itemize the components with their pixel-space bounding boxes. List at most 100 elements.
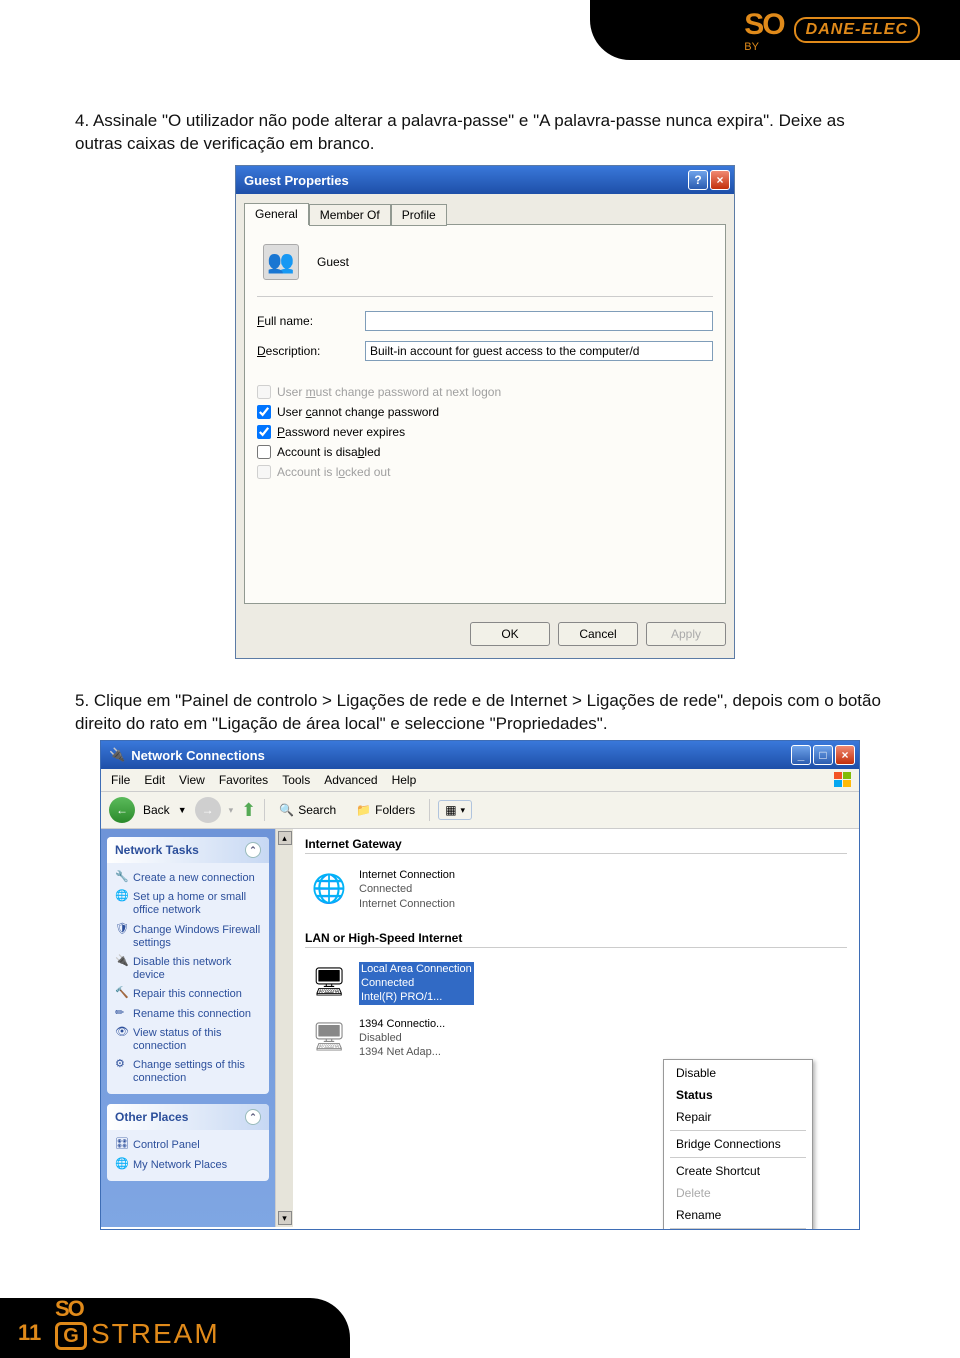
task-setup-home-network[interactable]: 🌐Set up a home or small office network <box>115 888 261 920</box>
cancel-button[interactable]: Cancel <box>558 622 638 646</box>
checkbox-disabled-input[interactable] <box>257 445 271 459</box>
firewall-icon: 🛡 <box>115 923 129 937</box>
ctx-bridge[interactable]: Bridge Connections <box>666 1133 810 1155</box>
folders-label: Folders <box>375 803 415 817</box>
checkbox-cannot-change-input[interactable] <box>257 405 271 419</box>
ctx-create-shortcut[interactable]: Create Shortcut <box>666 1160 810 1182</box>
page-number: 11 <box>18 1320 41 1346</box>
windows-logo-icon <box>833 771 853 789</box>
sidebar-scrollbar[interactable]: ▴ ▾ <box>275 829 293 1227</box>
task-create-connection[interactable]: 🔧Create a new connection <box>115 869 261 888</box>
search-icon: 🔍 <box>279 803 294 817</box>
main-content: Internet Gateway 🌐 Internet Connection C… <box>293 829 859 1227</box>
task-change-settings[interactable]: ⚙Change settings of this connection <box>115 1056 261 1088</box>
menu-file[interactable]: File <box>111 773 130 787</box>
tab-strip: General Member Of Profile <box>244 202 726 224</box>
toolbar: ← Back ▼ → ▾ ⬆ 🔍 Search 📁 Folders ▦ ▾ <box>101 792 859 829</box>
ok-button[interactable]: OK <box>470 622 550 646</box>
network-tasks-header[interactable]: Network Tasks ⌃ <box>107 837 269 863</box>
menu-view[interactable]: View <box>179 773 205 787</box>
conn-device: Intel(R) PRO/1... <box>359 990 474 1004</box>
collapse-icon[interactable]: ⌃ <box>245 1109 261 1125</box>
connection-1394[interactable]: 🖥 1394 Connectio... Disabled 1394 Net Ad… <box>305 1011 535 1066</box>
apply-button: Apply <box>646 622 726 646</box>
ctx-status[interactable]: Status <box>666 1084 810 1106</box>
rename-icon: ✏ <box>115 1007 129 1021</box>
control-panel-icon: 🎛 <box>115 1138 129 1152</box>
menu-help[interactable]: Help <box>392 773 417 787</box>
link-network-places[interactable]: 🌐My Network Places <box>115 1156 261 1175</box>
dialog-title: Guest Properties <box>244 173 349 188</box>
conn-device: 1394 Net Adap... <box>359 1045 445 1059</box>
tab-profile[interactable]: Profile <box>391 204 447 226</box>
views-button[interactable]: ▦ ▾ <box>438 800 472 820</box>
close-button[interactable]: × <box>710 170 730 190</box>
close-button[interactable]: × <box>835 745 855 765</box>
dialog-titlebar[interactable]: Guest Properties ? × <box>236 166 734 194</box>
section-internet-gateway: Internet Gateway <box>305 837 847 854</box>
menu-advanced[interactable]: Advanced <box>324 773 377 787</box>
menu-edit[interactable]: Edit <box>144 773 165 787</box>
lan-icon: 🖥 <box>309 962 349 1002</box>
tab-member-of[interactable]: Member Of <box>309 204 391 226</box>
section-lan: LAN or High-Speed Internet <box>305 931 847 948</box>
conn-name: 1394 Connectio... <box>359 1017 445 1031</box>
menu-favorites[interactable]: Favorites <box>219 773 268 787</box>
conn-device: Internet Connection <box>359 897 455 911</box>
full-name-field[interactable] <box>365 311 713 331</box>
task-view-status[interactable]: 👁View status of this connection <box>115 1024 261 1056</box>
instruction-step-4: 4. Assinale "O utilizador não pode alter… <box>75 110 895 156</box>
network-connections-window: 🔌 Network Connections _ □ × File Edit Vi… <box>100 740 860 1230</box>
back-button-icon[interactable]: ← <box>109 797 135 823</box>
maximize-button[interactable]: □ <box>813 745 833 765</box>
ctx-repair[interactable]: Repair <box>666 1106 810 1128</box>
other-places-header[interactable]: Other Places ⌃ <box>107 1104 269 1130</box>
conn-status: Connected <box>359 882 455 896</box>
folders-button[interactable]: 📁 Folders <box>350 801 421 819</box>
up-button-icon[interactable]: ⬆ <box>241 800 256 821</box>
collapse-icon[interactable]: ⌃ <box>245 842 261 858</box>
header-by-text: BY <box>744 41 783 53</box>
guest-properties-dialog: Guest Properties ? × General Member Of P… <box>235 165 735 659</box>
task-rename-connection[interactable]: ✏Rename this connection <box>115 1005 261 1024</box>
link-control-panel[interactable]: 🎛Control Panel <box>115 1136 261 1155</box>
task-change-firewall[interactable]: 🛡Change Windows Firewall settings <box>115 921 261 953</box>
connection-local-area[interactable]: 🖥 Local Area Connection Connected Intel(… <box>305 956 535 1011</box>
ctx-rename[interactable]: Rename <box>666 1204 810 1226</box>
footer-stream-text: STREAM <box>91 1318 220 1350</box>
menu-tools[interactable]: Tools <box>282 773 310 787</box>
checkbox-password-never-expires[interactable]: Password never expires <box>257 425 713 439</box>
nc-titlebar[interactable]: 🔌 Network Connections _ □ × <box>101 741 859 769</box>
menu-bar: File Edit View Favorites Tools Advanced … <box>101 769 859 792</box>
scroll-down-icon[interactable]: ▾ <box>278 1211 292 1225</box>
description-field[interactable] <box>365 341 713 361</box>
repair-icon: 🔨 <box>115 987 129 1001</box>
tab-general[interactable]: General <box>244 203 309 225</box>
conn-status: Disabled <box>359 1031 445 1045</box>
back-dropdown-icon[interactable]: ▼ <box>178 805 187 815</box>
task-repair-connection[interactable]: 🔨Repair this connection <box>115 985 261 1004</box>
full-name-label: Full name: <box>257 314 357 328</box>
toolbar-separator <box>429 799 430 821</box>
task-disable-device[interactable]: 🔌Disable this network device <box>115 953 261 985</box>
ctx-disable[interactable]: Disable <box>666 1062 810 1084</box>
search-label: Search <box>298 803 336 817</box>
help-button[interactable]: ? <box>688 170 708 190</box>
checkbox-never-expires-input[interactable] <box>257 425 271 439</box>
minimize-button[interactable]: _ <box>791 745 811 765</box>
header-so-logo: SO <box>744 14 783 35</box>
scroll-up-icon[interactable]: ▴ <box>278 831 292 845</box>
connection-internet-gateway[interactable]: 🌐 Internet Connection Connected Internet… <box>305 862 535 917</box>
dialog-footer: OK Cancel Apply <box>236 612 734 658</box>
checkbox-cannot-change-password[interactable]: User cannot change password <box>257 405 713 419</box>
settings-icon: ⚙ <box>115 1058 129 1072</box>
instruction-step-5: 5. Clique em "Painel de controlo > Ligaç… <box>75 690 895 736</box>
wizard-icon: 🔧 <box>115 871 129 885</box>
globe-icon: 🌐 <box>309 868 349 908</box>
checkbox-account-disabled[interactable]: Account is disabled <box>257 445 713 459</box>
search-button[interactable]: 🔍 Search <box>273 801 342 819</box>
header-dane-elec-logo: DANE-ELEC <box>794 17 920 43</box>
description-label: Description: <box>257 344 357 358</box>
back-button-label[interactable]: Back <box>143 803 170 817</box>
conn-name: Local Area Connection <box>359 962 474 976</box>
